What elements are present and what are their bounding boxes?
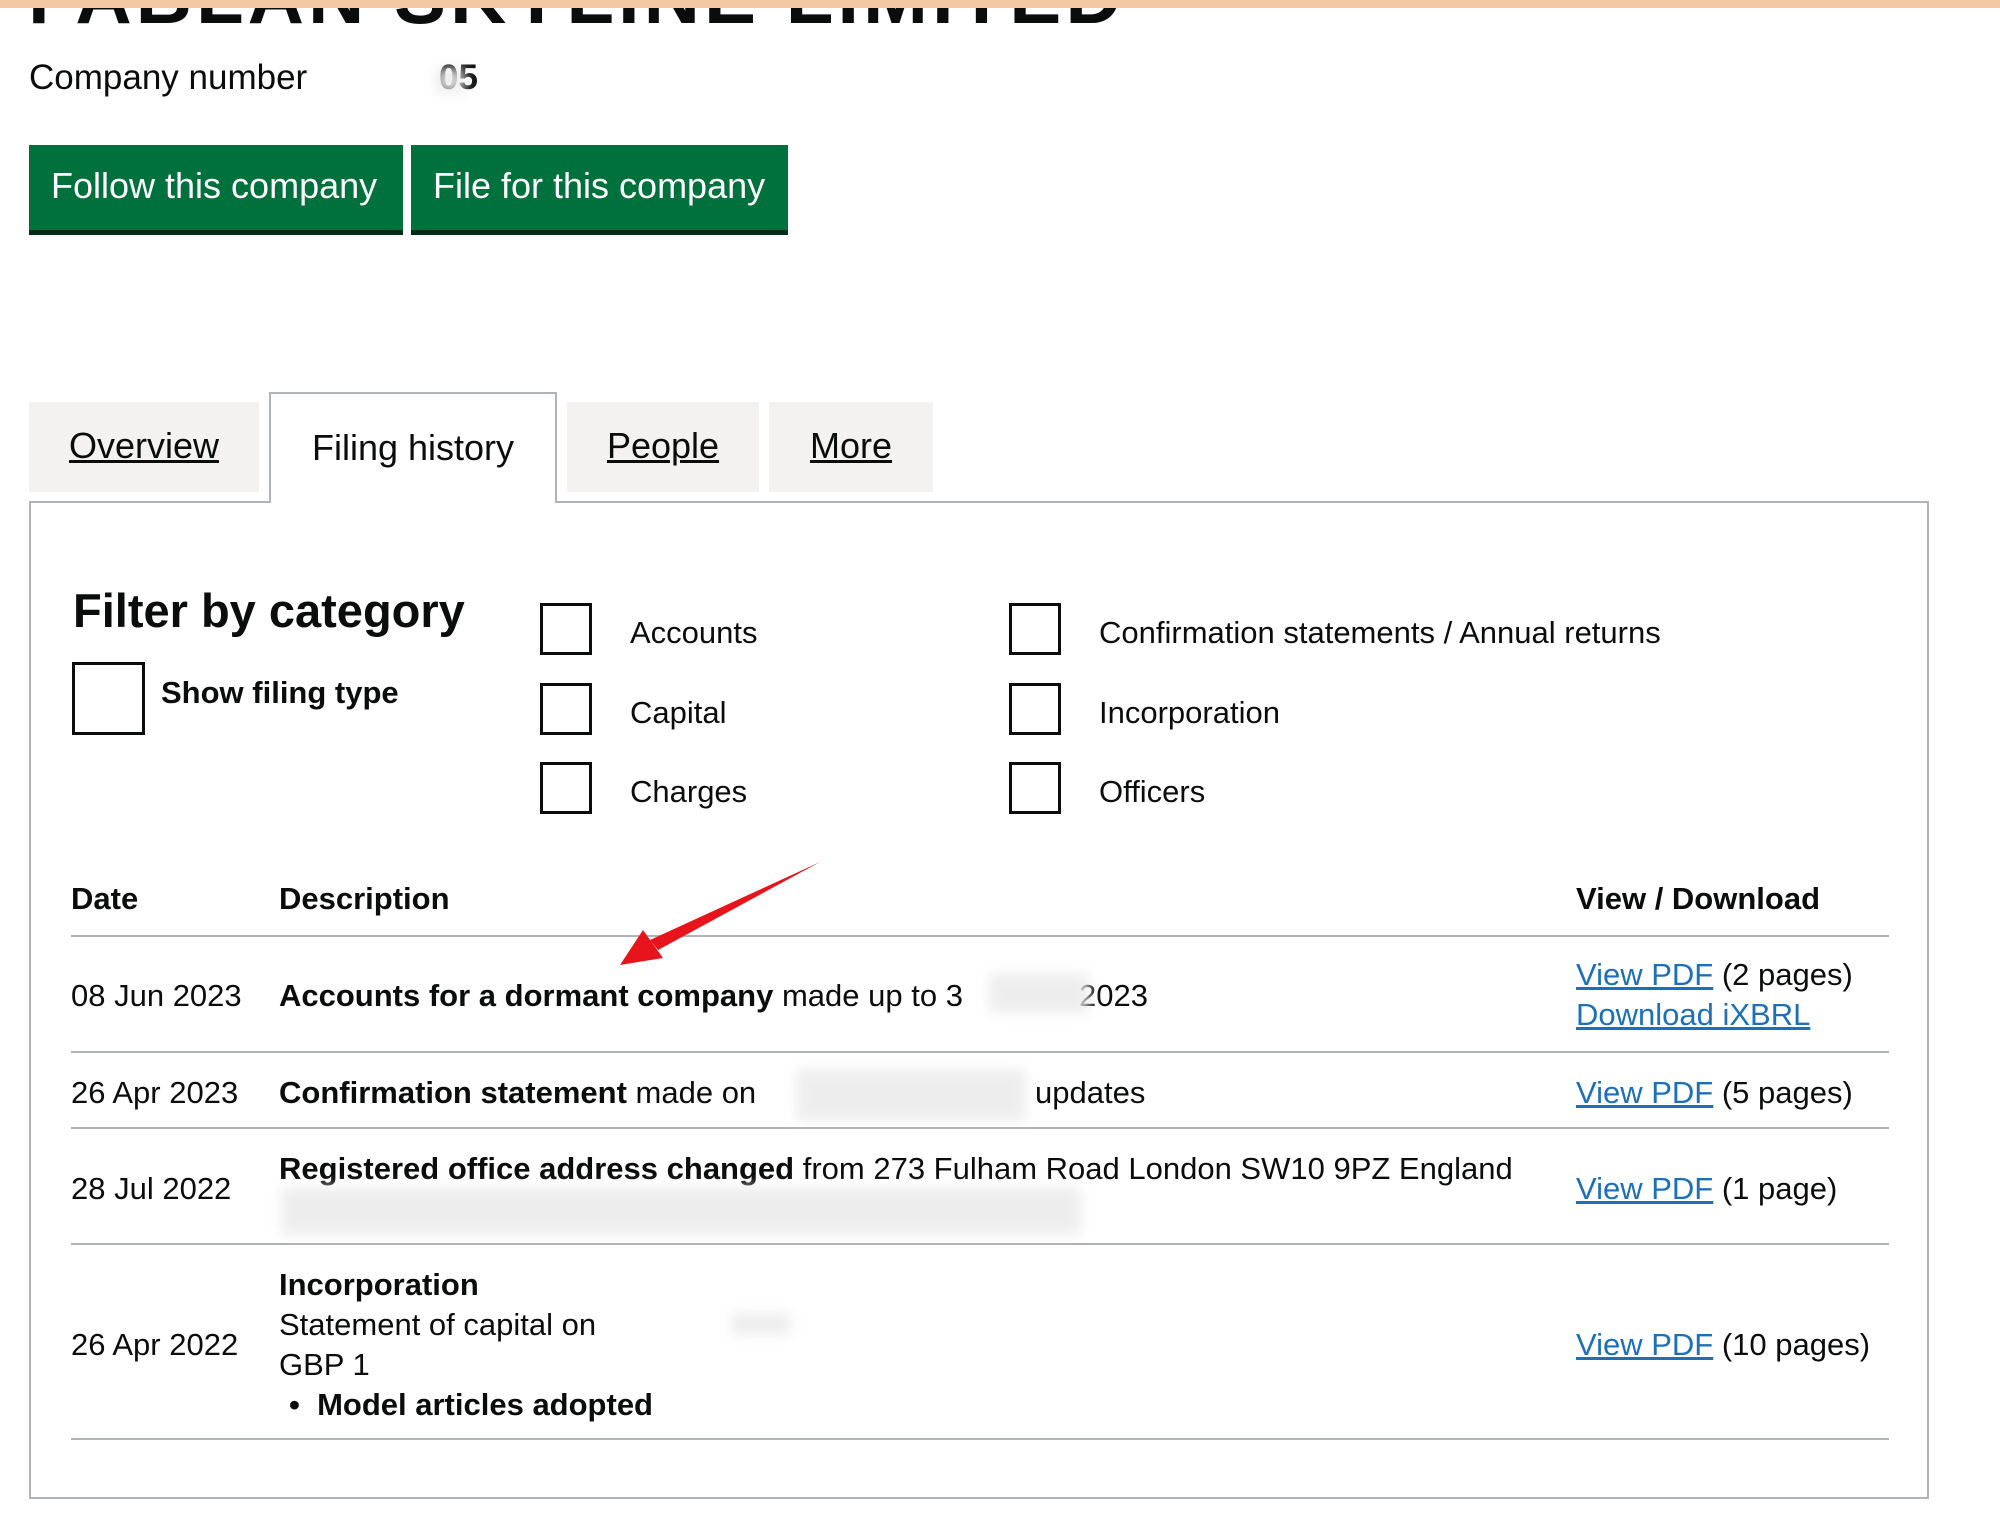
tab-filing-history-label: Filing history — [311, 427, 515, 468]
red-annotation-arrow-icon — [620, 862, 820, 965]
tab-filing-history[interactable]: Filing history — [269, 392, 557, 503]
